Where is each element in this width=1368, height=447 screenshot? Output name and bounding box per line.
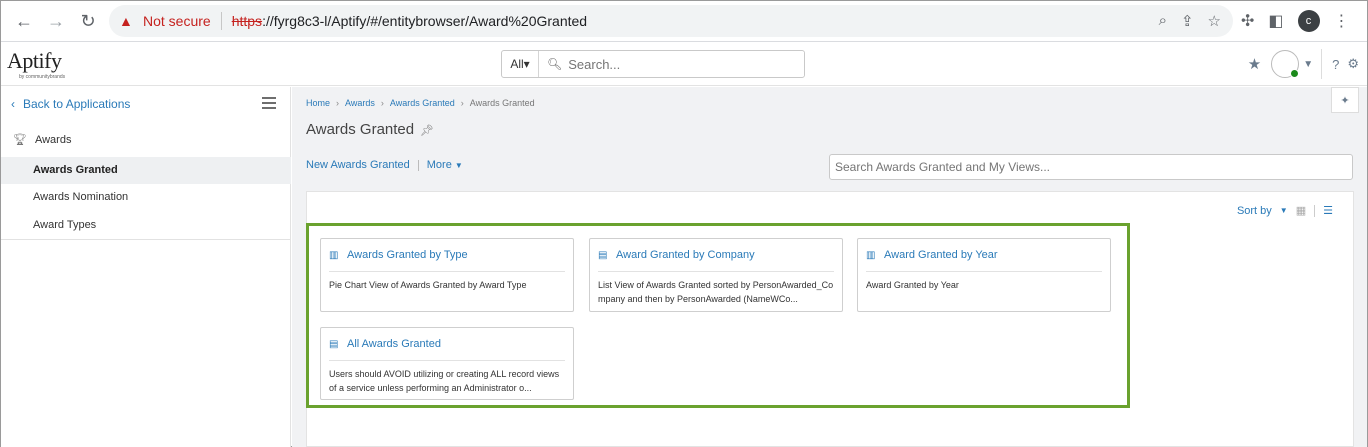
breadcrumb-separator: › [460, 98, 464, 108]
list-view-icon: ▤ [598, 249, 608, 261]
sort-dropdown-icon[interactable]: ▼ [1280, 206, 1288, 215]
sidebar-item-awards-nomination[interactable]: Awards Nomination [1, 184, 291, 211]
breadcrumb: Home › Awards › Awards Granted › Awards … [306, 98, 535, 108]
action-bar: New Awards Granted More ▼ [306, 159, 463, 171]
chevron-left-icon: ‹ [11, 97, 15, 111]
card-header: ▥ Awards Granted by Type [329, 239, 565, 272]
card-title[interactable]: Award Granted by Year [884, 249, 998, 261]
card-title[interactable]: Award Granted by Company [616, 249, 755, 261]
card-description: Users should AVOID utilizing or creating… [329, 369, 560, 393]
sidebar-group-awards[interactable]: 🏆︎ Awards [13, 133, 72, 147]
breadcrumb-separator: › [336, 98, 340, 108]
pin-panel-button[interactable]: ✦ [1331, 87, 1359, 113]
bar-chart-icon: ▥ [329, 249, 339, 261]
breadcrumb-awards-granted[interactable]: Awards Granted [390, 98, 455, 108]
global-search: All▾ 🔍︎ [501, 50, 805, 78]
zoom-icon[interactable]: ⌕ [1159, 12, 1167, 30]
sidebar-item-awards-granted[interactable]: Awards Granted [1, 157, 291, 184]
card-title[interactable]: Awards Granted by Type [347, 249, 468, 261]
card-header: ▥ Award Granted by Year [866, 239, 1102, 272]
list-view-icon: ▤ [329, 338, 339, 350]
back-label: Back to Applications [23, 97, 131, 111]
warning-icon: ▲ [119, 13, 133, 29]
profile-avatar[interactable]: c [1297, 10, 1320, 32]
breadcrumb-awards[interactable]: Awards [345, 98, 375, 108]
card-description: Award Granted by Year [866, 280, 959, 290]
header-tools: ★ ▼ ? ⚙ [1248, 42, 1367, 86]
page-title: Awards Granted [306, 121, 415, 138]
address-separator [220, 12, 222, 30]
card-description: Pie Chart View of Awards Granted by Awar… [329, 280, 527, 290]
help-icon[interactable]: ? [1332, 57, 1339, 72]
header-divider [1321, 49, 1323, 79]
logo-text: Aptify [7, 48, 62, 73]
share-icon[interactable]: ⇪ [1181, 12, 1194, 30]
user-menu-caret-icon[interactable]: ▼ [1303, 59, 1313, 70]
view-card[interactable]: ▥ Award Granted by Year Award Granted by… [857, 238, 1111, 312]
menu-toggle-icon[interactable] [262, 97, 276, 112]
card-header: ▤ Award Granted by Company [598, 239, 834, 272]
more-dropdown[interactable]: More ▼ [427, 159, 463, 171]
trophy-icon: 🏆︎ [13, 134, 27, 146]
url-scheme: https [231, 13, 263, 29]
list-view-toggle-icon[interactable]: ☰ [1323, 204, 1333, 217]
omnibox-actions: ⌕ ⇪ ☆ [1159, 12, 1221, 30]
url-path: ://fyrg8c3-l/Aptify/#/entitybrowser/Awar… [262, 13, 588, 29]
favorites-star-icon[interactable]: ★ [1248, 55, 1261, 73]
back-to-applications-link[interactable]: ‹ Back to Applications [11, 97, 130, 111]
side-panel-icon[interactable]: ◧ [1268, 11, 1283, 31]
back-arrow-icon[interactable]: ← [13, 10, 35, 32]
new-awards-granted-button[interactable]: New Awards Granted [306, 159, 410, 171]
bookmark-star-icon[interactable]: ☆ [1208, 12, 1221, 30]
logo-subtext: by communitybrands [19, 74, 66, 80]
breadcrumb-home[interactable]: Home [306, 98, 330, 108]
card-description: List View of Awards Granted sorted by Pe… [598, 280, 834, 304]
action-divider [417, 159, 419, 171]
aptify-logo[interactable]: Aptify by communitybrands [7, 48, 69, 80]
pin-icon[interactable]: 📌︎ [420, 124, 434, 137]
search-scope-dropdown[interactable]: All▾ [502, 51, 539, 77]
address-bar[interactable]: ▲ Not secure https://fyrg8c3-l/Aptify/#/… [109, 5, 1233, 37]
settings-gear-icon[interactable]: ⚙ [1347, 56, 1359, 72]
sidebar: ‹ Back to Applications 🏆︎ Awards Awards … [1, 87, 291, 447]
view-card[interactable]: ▥ Awards Granted by Type Pie Chart View … [320, 238, 574, 312]
breadcrumb-separator: › [380, 98, 384, 108]
sidebar-divider [1, 239, 291, 240]
extensions-puzzle-icon[interactable]: ✣ [1241, 11, 1254, 31]
sort-controls: Sort by ▼ ▦ ☰ [1237, 204, 1333, 217]
view-card[interactable]: ▤ All Awards Granted Users should AVOID … [320, 327, 574, 400]
sort-by-label[interactable]: Sort by [1237, 205, 1272, 217]
view-toggle-divider [1314, 204, 1316, 217]
breadcrumb-current: Awards Granted [469, 98, 535, 108]
browser-toolbar: ← → ↻ ▲ Not secure https://fyrg8c3-l/Apt… [1, 1, 1367, 42]
extension-area: ✣ ◧ c ⋮ [1241, 10, 1350, 32]
bar-chart-icon: ▥ [866, 249, 876, 261]
view-search-input[interactable] [829, 154, 1353, 180]
group-label: Awards [34, 133, 72, 146]
reload-icon[interactable]: ↻ [77, 10, 99, 32]
card-header: ▤ All Awards Granted [329, 328, 565, 361]
online-status-dot [1290, 69, 1300, 78]
not-secure-label: Not secure [143, 13, 211, 29]
pushpin-icon: ✦ [1340, 94, 1350, 107]
sidebar-item-award-types[interactable]: Award Types [1, 212, 291, 239]
card-title[interactable]: All Awards Granted [347, 338, 441, 350]
caret-down-icon: ▼ [454, 161, 463, 170]
global-search-input[interactable] [562, 52, 804, 76]
app-header: Aptify by communitybrands All▾ 🔍︎ ★ ▼ ? … [1, 42, 1367, 86]
grid-view-icon[interactable]: ▦ [1296, 204, 1306, 217]
user-avatar[interactable] [1271, 50, 1300, 78]
search-icon: 🔍︎ [547, 57, 563, 71]
more-label: More [426, 159, 452, 171]
browser-menu-icon[interactable]: ⋮ [1334, 11, 1350, 31]
forward-arrow-icon[interactable]: → [45, 10, 67, 32]
view-card[interactable]: ▤ Award Granted by Company List View of … [589, 238, 843, 312]
